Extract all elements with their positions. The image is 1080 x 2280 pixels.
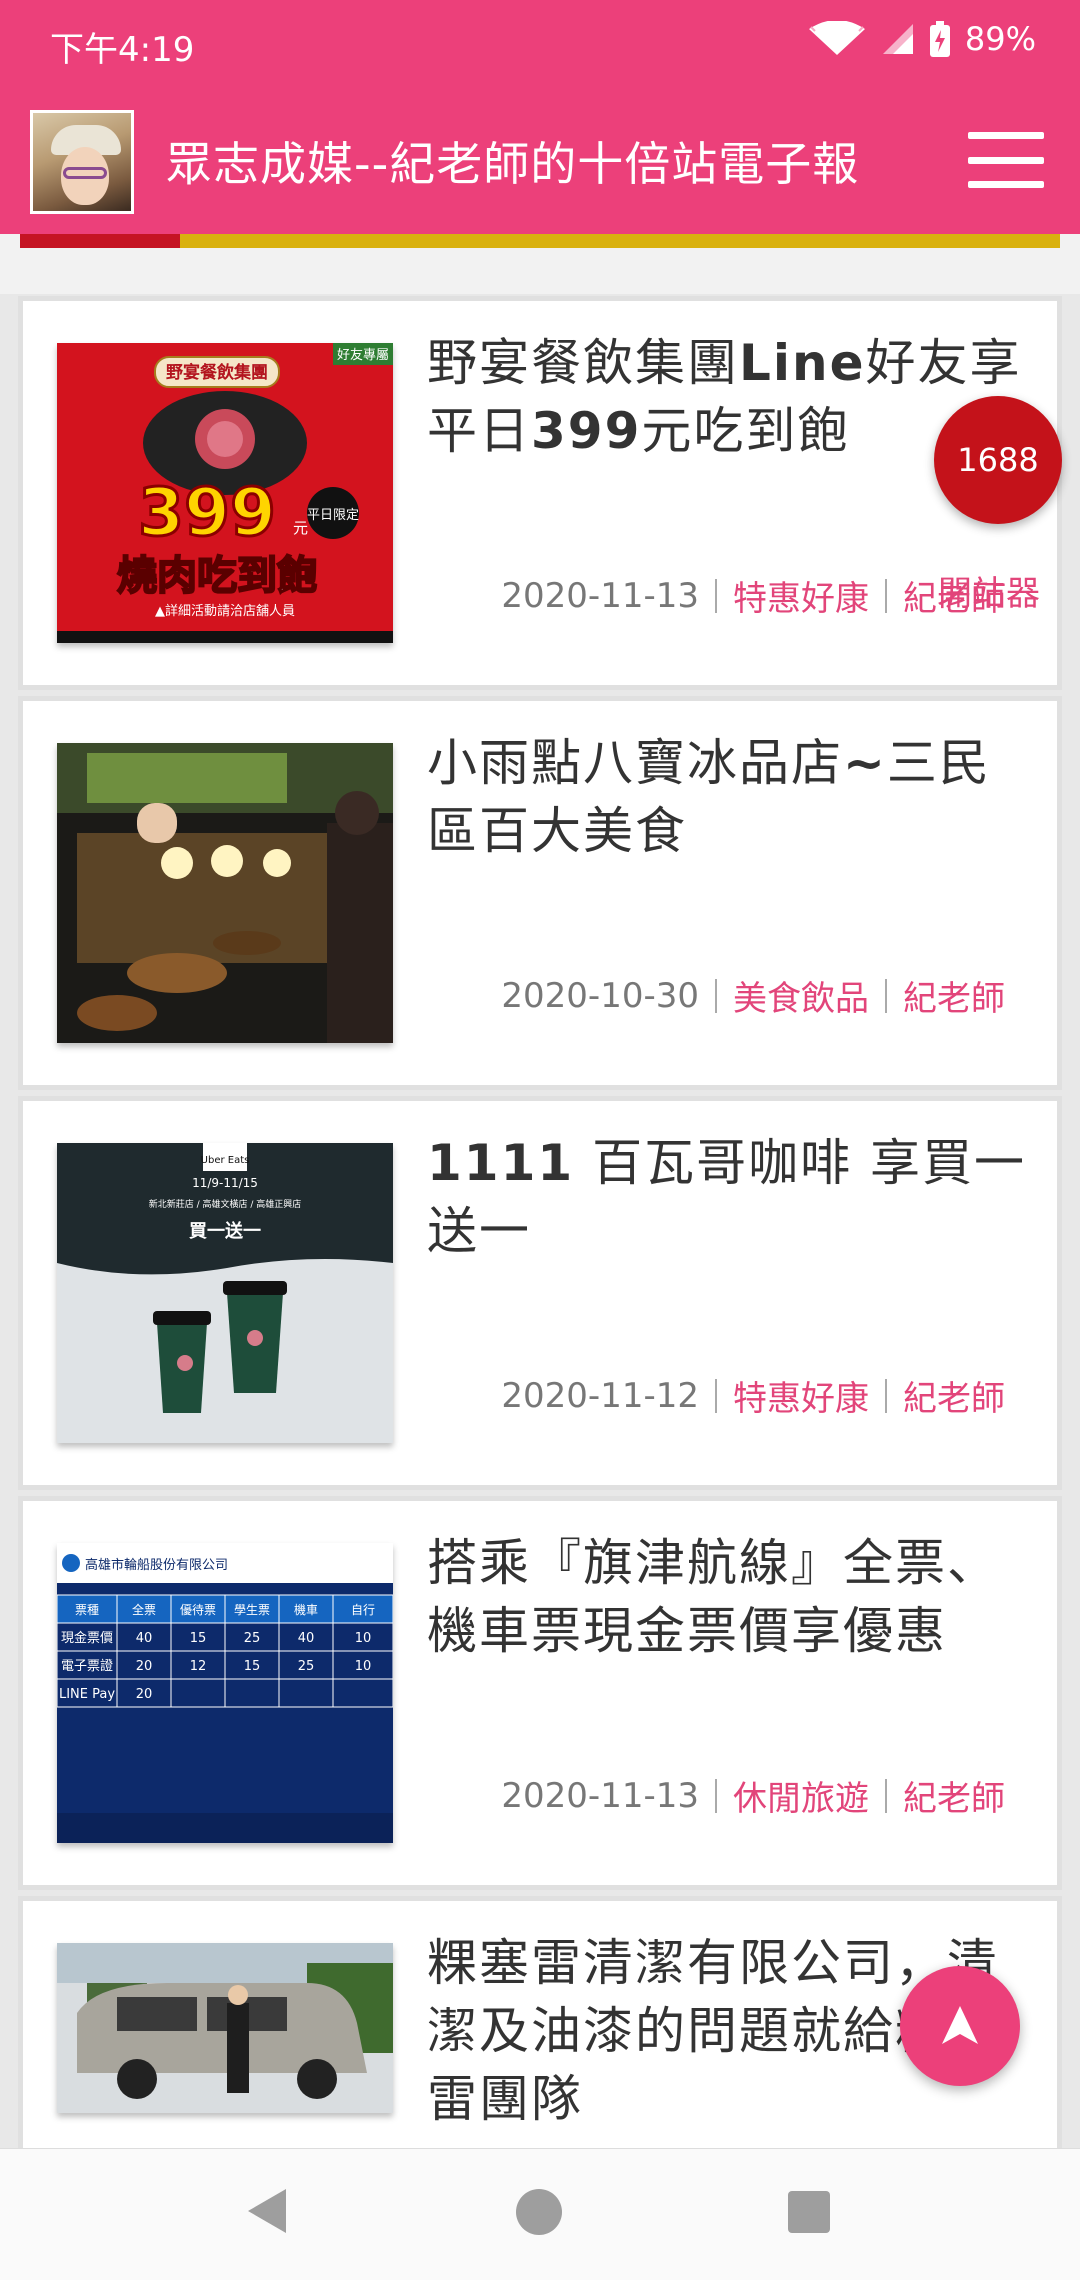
status-time: 下午4:19 [50, 30, 195, 70]
article-card[interactable]: Uber Eats 11/9-11/15 新北新莊店 / 高雄文橫店 / 高雄正… [18, 1096, 1062, 1490]
fare-table-header: 票種 [75, 1603, 99, 1617]
thumb-main: 燒肉吃到飽 [117, 553, 317, 599]
thumb-price: 399 [138, 474, 276, 551]
article-author[interactable]: 紀老師 [903, 1371, 1005, 1420]
article-date: 2020-10-30 [501, 975, 699, 1016]
article-author[interactable]: 紀老師 [903, 1771, 1005, 1820]
article-card[interactable]: 好友專屬 野宴餐飲集團 399 元 平日限定 燒肉吃到飽 ▲詳細活動請洽店舖人員… [18, 296, 1062, 690]
article-category[interactable]: 特惠好康 [733, 571, 869, 620]
fare-table-cell: 20 [136, 1687, 153, 1702]
article-card[interactable]: 小雨點八寶冰品店~三民區百大美食 2020-10-30 美食飲品 紀老師 [18, 696, 1062, 1090]
article-thumbnail[interactable] [57, 743, 393, 1043]
banner-strip [0, 234, 1080, 294]
thumb-company: 高雄市輪船股份有限公司 [85, 1557, 228, 1573]
article-thumbnail[interactable] [57, 1943, 393, 2113]
arrow-up-icon [942, 2006, 978, 2044]
article-title[interactable]: 小雨點八寶冰品店~三民區百大美食 [427, 729, 1027, 865]
article-thumbnail[interactable]: 好友專屬 野宴餐飲集團 399 元 平日限定 燒肉吃到飽 ▲詳細活動請洽店舖人員 [57, 343, 393, 643]
article-thumbnail[interactable]: Uber Eats 11/9-11/15 新北新莊店 / 高雄文橫店 / 高雄正… [57, 1143, 393, 1443]
fare-table-cell: 15 [190, 1631, 207, 1646]
article-title[interactable]: 1111 百瓦哥咖啡 享買一送一 [427, 1129, 1027, 1265]
article-thumbnail[interactable]: 高雄市輪船股份有限公司 票種 全票 優待票 學生票 機車 自行現金票價 40 15 25 40 10… [57, 1543, 393, 1843]
circle-home-icon[interactable] [516, 2189, 562, 2235]
fare-table-cell: 40 [298, 1631, 315, 1646]
thumb-note: ▲詳細活動請洽店舖人員 [155, 603, 295, 619]
fare-table-header: 學生票 [234, 1603, 270, 1617]
thumb-brand: Uber Eats [201, 1155, 250, 1166]
article-meta: 2020-10-30 美食飲品 紀老師 [501, 971, 1005, 1020]
thumb-tag: 好友專屬 [337, 347, 389, 363]
avatar[interactable] [30, 110, 134, 214]
thumb-offer: 買一送一 [189, 1220, 261, 1242]
battery-level: 89% [964, 20, 1036, 58]
battery-charging-icon [929, 21, 950, 57]
article-category[interactable]: 休閒旅遊 [733, 1771, 869, 1820]
thumb-unit: 元 [293, 519, 308, 537]
fare-table-header: 機車 [294, 1602, 318, 1617]
fare-table-header: 全票 [132, 1602, 156, 1617]
article-date: 2020-11-13 [501, 1775, 699, 1816]
back-to-top-button[interactable] [900, 1966, 1020, 2086]
app-title: 眾志成媒--紀老師的十倍站電子報 [166, 137, 860, 191]
fare-table-cell: 12 [190, 1659, 207, 1674]
visitor-counter-label: 開站器 [938, 574, 1040, 614]
system-nav-bar [0, 2148, 1080, 2280]
fare-table-cell: 10 [355, 1659, 372, 1674]
article-card[interactable]: 高雄市輪船股份有限公司 票種 全票 優待票 學生票 機車 自行現金票價 40 15 25 40 10… [18, 1496, 1062, 1890]
fare-table-cell: 20 [136, 1659, 153, 1674]
fare-table-header: 優待票 [180, 1603, 216, 1617]
visitor-counter-badge[interactable]: 1688 [934, 396, 1062, 524]
thumb-limit: 平日限定 [307, 508, 359, 523]
hamburger-menu-icon[interactable] [968, 132, 1044, 188]
article-meta: 2020-11-12 特惠好康 紀老師 [501, 1371, 1005, 1420]
fare-table-cell: LINE Pay [59, 1687, 115, 1702]
thumb-banner: 野宴餐飲集團 [166, 362, 268, 383]
cell-signal-icon [882, 24, 913, 54]
article-category[interactable]: 美食飲品 [733, 971, 869, 1020]
article-title[interactable]: 搭乘『旗津航線』全票、機車票現金票價享優惠 [427, 1529, 1027, 1665]
fare-table-cell: 40 [136, 1631, 153, 1646]
fare-table-cell: 現金票價 [61, 1630, 113, 1646]
fare-table-cell: 25 [244, 1631, 261, 1646]
triangle-back-icon[interactable] [244, 2185, 290, 2237]
app-bar: 眾志成媒--紀老師的十倍站電子報 [0, 88, 1080, 234]
thumb-dates: 11/9-11/15 [192, 1176, 258, 1190]
thumb-shops: 新北新莊店 / 高雄文橫店 / 高雄正興店 [149, 1198, 302, 1210]
article-meta: 2020-11-13 休閒旅遊 紀老師 [501, 1771, 1005, 1820]
article-author[interactable]: 紀老師 [903, 971, 1005, 1020]
article-date: 2020-11-13 [501, 575, 699, 616]
fare-table-cell: 10 [355, 1631, 372, 1646]
square-recent-icon[interactable] [788, 2191, 830, 2233]
article-category[interactable]: 特惠好康 [733, 1371, 869, 1420]
article-meta: 2020-11-13 特惠好康 紀老師 [501, 571, 1005, 620]
status-bar: 下午4:19 89% [0, 0, 1080, 88]
fare-table-cell: 15 [244, 1659, 261, 1674]
fare-table-header: 自行 [351, 1603, 375, 1617]
status-icons: 89% [807, 20, 1036, 58]
article-date: 2020-11-12 [501, 1375, 699, 1416]
fare-table-cell: 電子票證 [61, 1658, 113, 1674]
wifi-icon [808, 21, 865, 55]
fare-table-cell: 25 [298, 1659, 315, 1674]
